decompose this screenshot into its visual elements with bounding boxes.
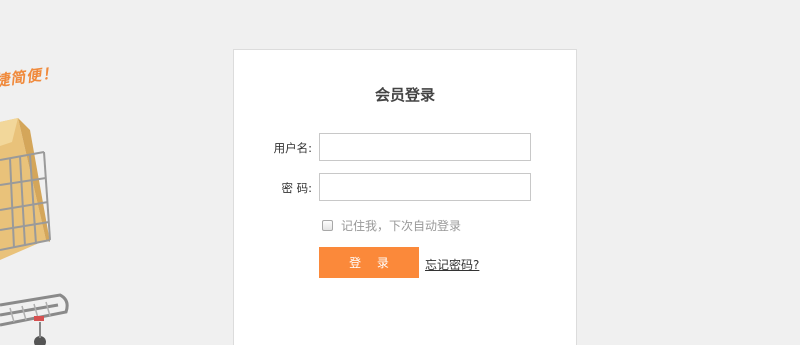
remember-label: 记住我，下次自动登录: [341, 218, 462, 233]
remember-checkbox[interactable]: [322, 219, 333, 231]
password-input[interactable]: [319, 173, 531, 201]
promo-slogan: 捷简便！: [0, 63, 60, 91]
username-row: 用户名:: [234, 133, 576, 161]
forgot-password-link[interactable]: 忘记密码?: [425, 256, 479, 273]
login-page: 捷简便！ 会员登录 用户名: 密 码: 记住我，下次自动登录 登 录 忘记密码?: [0, 0, 800, 345]
login-title: 会员登录: [374, 86, 435, 104]
remember-me[interactable]: 记住我，下次自动登录: [322, 217, 461, 233]
login-card: 会员登录 用户名: 密 码: 记住我，下次自动登录 登 录 忘记密码?: [233, 49, 577, 345]
username-label: 用户名:: [273, 141, 312, 155]
shopping-cart-icon: [0, 118, 69, 345]
password-label: 密 码:: [281, 181, 312, 195]
username-input[interactable]: [319, 133, 531, 161]
password-row: 密 码:: [234, 173, 576, 201]
login-button[interactable]: 登 录: [319, 247, 419, 278]
promo-illustration: 捷简便！: [0, 0, 120, 345]
